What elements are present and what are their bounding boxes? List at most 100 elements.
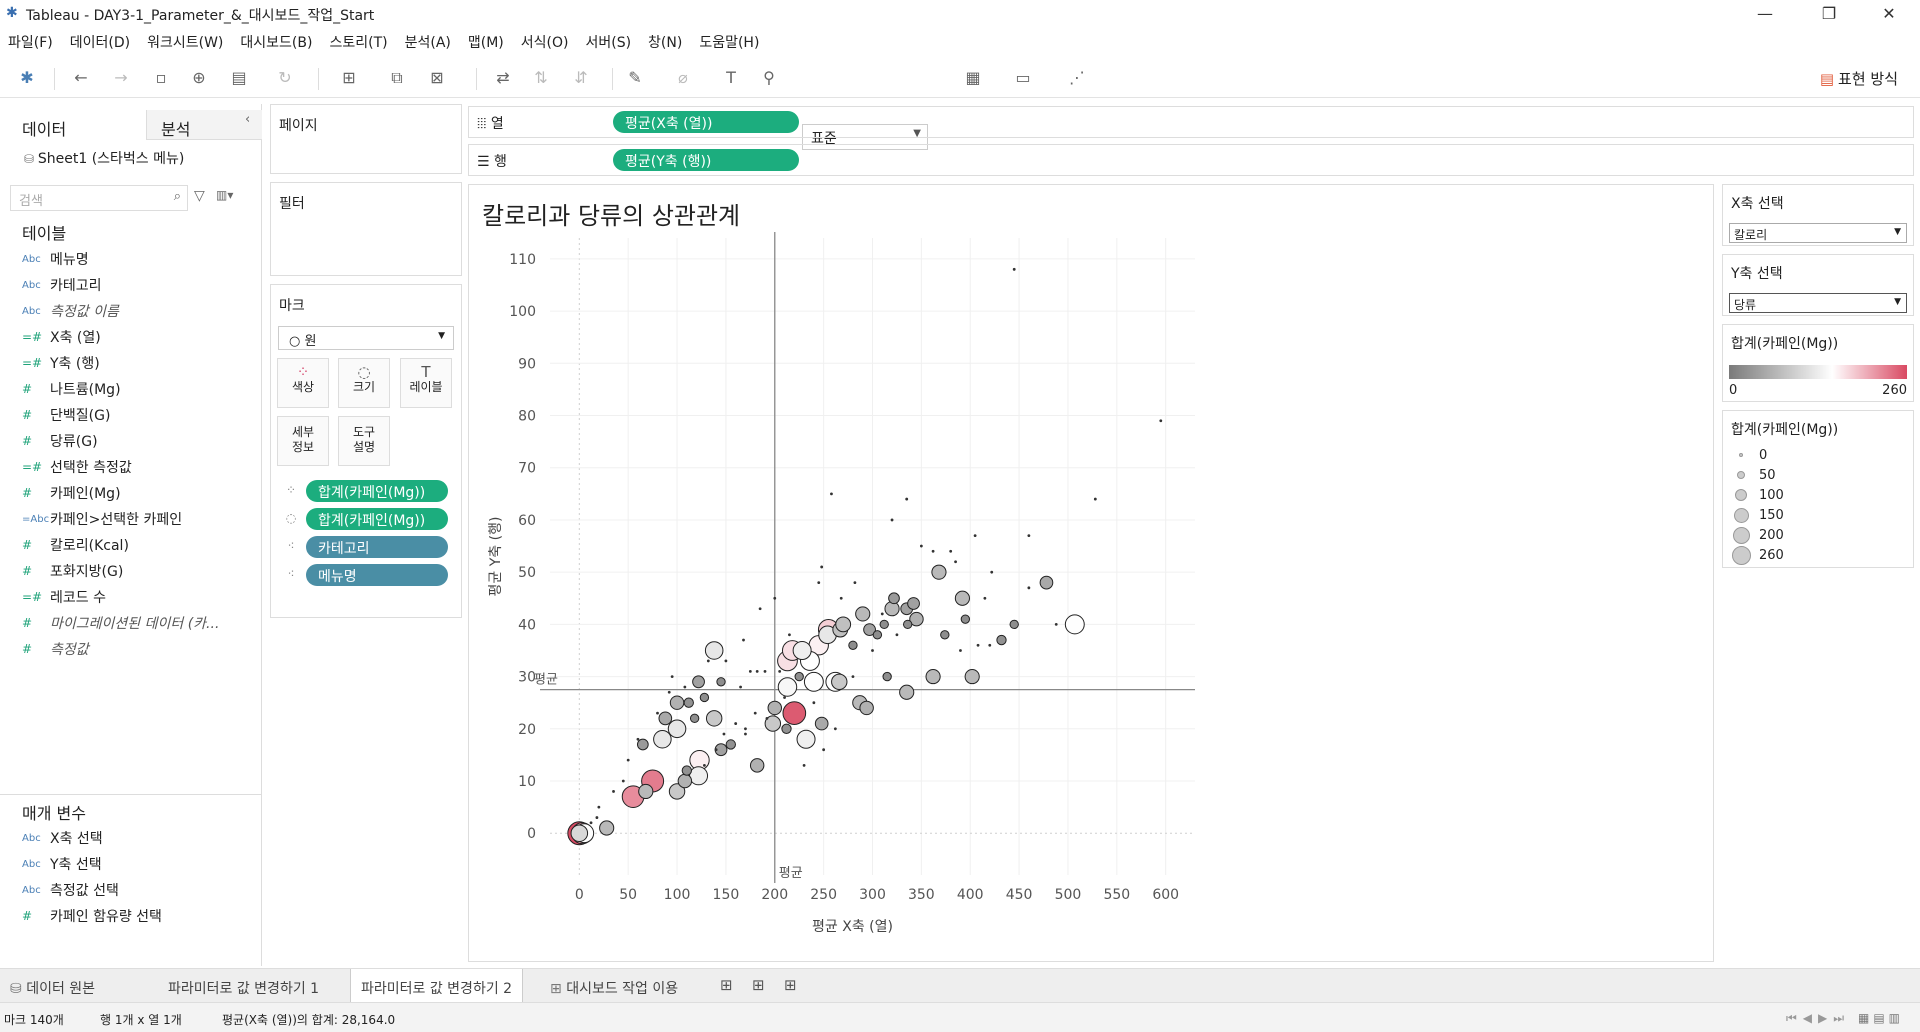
data-point (976, 643, 980, 647)
field-item[interactable]: Abc 카테고리 (22, 273, 102, 297)
refresh-icon[interactable]: ↻ (272, 66, 298, 90)
field-item[interactable]: # 당류(G) (22, 429, 98, 453)
data-point (1159, 419, 1163, 423)
pause-updates-icon[interactable]: ▤ (226, 66, 252, 90)
menu-item-0[interactable]: 파일(F) (8, 28, 62, 54)
show-me-button[interactable]: ▤ 표현 방식 (1820, 68, 1898, 89)
sort-desc-icon[interactable]: ⇵ (568, 66, 594, 90)
field-item[interactable]: =# 레코드 수 (22, 585, 106, 609)
parameter-item[interactable]: Abc X축 선택 (22, 826, 103, 850)
show-cards-icon[interactable]: ▦ (960, 66, 986, 90)
sheet-tab[interactable]: 파라미터로 값 변경하기 1 (158, 969, 329, 1003)
field-item[interactable]: =# X축 (열) (22, 325, 101, 349)
field-item[interactable]: # 칼로리(Kcal) (22, 533, 129, 557)
new-worksheet-icon[interactable]: ⊞ (336, 66, 362, 90)
field-item[interactable]: # 단백질(G) (22, 403, 110, 427)
menu-item-9[interactable]: 창(N) (648, 28, 691, 54)
field-type-icon: # (22, 642, 33, 656)
field-search-input[interactable]: 검색 ⌕ (10, 185, 188, 211)
save-icon[interactable]: ▫ (148, 66, 174, 90)
field-type-icon: =# (22, 356, 43, 370)
new-story-tab-icon[interactable]: ⊞ (784, 976, 797, 994)
share-icon[interactable]: ⋰ (1064, 66, 1090, 90)
menu-item-2[interactable]: 워크시트(W) (147, 28, 232, 54)
datasource-item[interactable]: ⛁ Sheet1 (스타벅스 메뉴) (24, 148, 184, 168)
parameter-item[interactable]: Abc Y축 선택 (22, 852, 102, 876)
field-item[interactable]: =# 선택한 측정값 (22, 455, 132, 479)
menu-item-8[interactable]: 서버(S) (585, 28, 640, 54)
mark-pill[interactable]: 합계(카페인(Mg)) (306, 508, 448, 530)
menu-item-10[interactable]: 도움말(H) (699, 28, 768, 54)
view-mode-icons[interactable]: ▦▤▥ (1858, 1011, 1904, 1025)
parameter-item[interactable]: Abc 측정값 선택 (22, 878, 119, 902)
minimize-button[interactable]: — (1742, 0, 1788, 28)
field-item[interactable]: Abc 측정값 이름 (22, 299, 119, 323)
menu-item-5[interactable]: 분석(A) (405, 28, 460, 54)
menu-item-4[interactable]: 스토리(T) (329, 28, 396, 54)
maximize-button[interactable]: ❐ (1806, 0, 1852, 28)
sort-asc-icon[interactable]: ⇅ (528, 66, 554, 90)
field-item[interactable]: # 마이그레이션된 데이터 (카... (22, 611, 219, 635)
field-item[interactable]: # 포화지방(G) (22, 559, 123, 583)
undo-icon[interactable]: ← (68, 66, 94, 90)
label-button[interactable]: T 레이블 (400, 358, 452, 408)
field-item[interactable]: # 카페인(Mg) (22, 481, 121, 505)
data-point (658, 711, 673, 726)
columns-shelf[interactable]: ⦙⦙⦙ 열 평균(X축 (열)) (468, 106, 1914, 138)
menu-item-6[interactable]: 맵(M) (468, 28, 513, 54)
tab-data[interactable]: 데이터 (0, 110, 146, 140)
mark-pill[interactable]: 카테고리 (306, 536, 448, 558)
close-button[interactable]: ✕ (1866, 0, 1912, 28)
mark-pill[interactable]: 메뉴명 (306, 564, 448, 586)
field-item[interactable]: # 나트륨(Mg) (22, 377, 121, 401)
color-legend[interactable]: 합계(카페인(Mg)) 0 260 (1722, 324, 1914, 402)
menu-item-7[interactable]: 서식(O) (521, 28, 578, 54)
tab-navigation-icons[interactable]: ⏮◀▶⏭ (1786, 1011, 1850, 1026)
parameter-item[interactable]: # 카페인 함유량 선택 (22, 904, 162, 928)
filters-card[interactable]: 필터 (270, 182, 462, 276)
color-button[interactable]: ⁘ 색상 (277, 358, 329, 408)
highlight-icon[interactable]: ✎ (622, 66, 648, 90)
swap-icon[interactable]: ⇄ (490, 66, 516, 90)
sheet-tab[interactable]: ⊞ 대시보드 작업 이용 (540, 969, 688, 1003)
filter-icon[interactable]: ▽ (194, 188, 205, 204)
size-legend[interactable]: 합계(카페인(Mg)) 0 50 100 150 200 260 (1722, 410, 1914, 568)
y-axis-select[interactable]: 당류 ▼ (1729, 293, 1907, 313)
pages-card[interactable]: 페이지 (270, 104, 462, 174)
data-point (880, 612, 884, 616)
field-item[interactable]: # 측정값 (22, 637, 89, 661)
mark-pill[interactable]: 합계(카페인(Mg)) (306, 480, 448, 502)
detail-button[interactable]: 세부 정보 (277, 416, 329, 466)
tooltip-button[interactable]: 도구 설명 (338, 416, 390, 466)
size-button[interactable]: ◌ 크기 (338, 358, 390, 408)
data-point (820, 565, 824, 569)
field-type-icon: Abc (22, 305, 41, 317)
new-datasource-icon[interactable]: ⊕ (186, 66, 212, 90)
x-tick-label: 400 (957, 887, 984, 903)
view-options-icon[interactable]: ▥▾ (216, 188, 233, 202)
pin-icon[interactable]: ⚲ (756, 66, 782, 90)
menu-item-3[interactable]: 대시보드(B) (240, 28, 321, 54)
sheet-tab[interactable]: 파라미터로 값 변경하기 2 (350, 969, 524, 1003)
field-item[interactable]: Abc 메뉴명 (22, 247, 89, 271)
rows-shelf[interactable]: ☰ 행 평균(Y축 (행)) (468, 144, 1914, 176)
rows-pill[interactable]: 평균(Y축 (행)) (613, 149, 799, 171)
labels-icon[interactable]: T (718, 66, 744, 90)
clear-sheet-icon[interactable]: ⊠ (424, 66, 450, 90)
columns-pill[interactable]: 평균(X축 (열)) (613, 111, 799, 133)
mark-type-select[interactable]: ○ 원 ▼ (278, 326, 454, 350)
field-item[interactable]: =Abc 카페인>선택한 카페인 (22, 507, 182, 531)
sheet-tab[interactable]: ⛁ 데이터 원본 (0, 969, 105, 1003)
x-axis-select[interactable]: 칼로리 ▼ (1729, 223, 1907, 243)
duplicate-icon[interactable]: ⧉ (384, 66, 410, 90)
new-dashboard-tab-icon[interactable]: ⊞ (752, 976, 765, 994)
new-worksheet-tab-icon[interactable]: ⊞ (720, 976, 733, 994)
group-icon[interactable]: ⌀ (670, 66, 696, 90)
redo-icon[interactable]: → (108, 66, 134, 90)
presentation-icon[interactable]: ▭ (1010, 66, 1036, 90)
tableau-home-icon[interactable]: ✱ (14, 66, 40, 90)
field-item[interactable]: =# Y축 (행) (22, 351, 100, 375)
menu-item-1[interactable]: 데이터(D) (70, 28, 139, 54)
collapse-pane-icon[interactable]: ‹ (245, 112, 250, 127)
scatter-chart[interactable]: 0 50 100 150 200 250 300 350 400 450 500 550 600 0 10 2… (480, 230, 1220, 950)
